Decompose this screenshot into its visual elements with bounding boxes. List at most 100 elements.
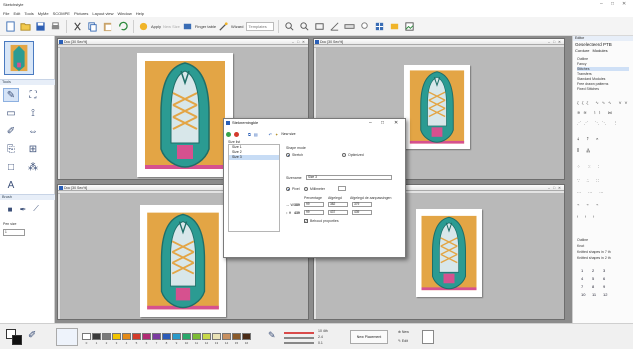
dialog-close-icon[interactable]: ✕ — [394, 119, 398, 127]
cut-icon[interactable] — [71, 20, 84, 33]
number-cell[interactable]: 12 — [603, 292, 614, 297]
option-knitted-2[interactable]: Knitted shapes in 2 th — [577, 256, 611, 260]
number-cell[interactable]: 3 — [603, 268, 614, 273]
slider-gray-2[interactable] — [284, 342, 314, 344]
menu-layout-view[interactable]: Layout view — [92, 11, 113, 16]
dialog-minimize-icon[interactable]: – — [369, 119, 372, 127]
paste-icon[interactable] — [101, 20, 114, 33]
height-afgelegd-input[interactable]: 437 — [328, 210, 348, 215]
open-folder-icon[interactable] — [19, 20, 32, 33]
slider-red[interactable] — [284, 332, 314, 334]
zoom-in-icon[interactable] — [283, 20, 296, 33]
new-button[interactable]: ⊕ New — [398, 330, 409, 334]
stretch-radio[interactable] — [286, 153, 290, 157]
color-swatch[interactable] — [182, 333, 191, 340]
number-cell[interactable]: 1 — [581, 268, 592, 273]
menu-myme[interactable]: MyMe — [38, 11, 49, 16]
color-swatch[interactable] — [242, 333, 251, 340]
number-cell[interactable]: 9 — [603, 284, 614, 289]
shoe-design-canvas[interactable] — [140, 205, 226, 317]
zoom-out-icon[interactable] — [298, 20, 311, 33]
apply-button[interactable]: Apply — [138, 20, 161, 33]
wizard-button[interactable]: Wizard — [218, 20, 244, 33]
number-cell[interactable]: 5 — [592, 276, 603, 281]
number-cell[interactable]: 4 — [581, 276, 592, 281]
frame-tool-icon[interactable]: ⊞ — [25, 142, 41, 156]
new-size-icon[interactable]: ✦ — [275, 132, 278, 137]
color-swatch[interactable] — [222, 333, 231, 340]
size-name-input[interactable]: Size 3 — [306, 175, 392, 180]
number-cell[interactable]: 7 — [581, 284, 592, 289]
height-afgelegd2-input[interactable]: 439 — [352, 210, 372, 215]
stitch-glyph-row[interactable]: ⋰⋰ ⋱⋱ ⋮ — [577, 120, 620, 125]
color-swatch[interactable] — [102, 333, 111, 340]
color-swatch[interactable] — [112, 333, 121, 340]
color-swatch[interactable] — [172, 333, 181, 340]
new-placement-button[interactable]: New Placement — [350, 330, 388, 344]
option-knitted-7[interactable]: Knitted shapes in 7 th — [577, 250, 611, 254]
number-cell[interactable]: 8 — [592, 284, 603, 289]
number-cell[interactable]: 10 — [581, 292, 592, 297]
select-rect-tool-icon[interactable]: ▭ — [3, 106, 19, 120]
maximize-icon[interactable]: □ — [611, 1, 614, 7]
slider-gray[interactable] — [284, 337, 314, 339]
tab-cordure[interactable]: Cordure — [575, 48, 589, 53]
color-swatch[interactable] — [122, 333, 131, 340]
color-swatch[interactable] — [162, 333, 171, 340]
millimeter-radio[interactable] — [304, 187, 308, 191]
option-outline[interactable]: Outline — [577, 238, 588, 242]
width-percent-input[interactable]: 99 — [304, 202, 324, 207]
templates-combo[interactable]: Templates — [245, 21, 274, 31]
option-knot[interactable]: Knot — [577, 244, 584, 248]
menu-scompe[interactable]: SCOMPE — [53, 11, 70, 16]
stitch-glyph-row[interactable]: ⍋ ⍒ ⍲ — [577, 136, 601, 141]
move-tool-icon[interactable]: ⇔ — [25, 124, 41, 138]
list-item-selected[interactable]: Size 3 — [229, 155, 279, 160]
keep-proportions-checkbox[interactable]: ✓ — [304, 219, 308, 223]
measure-icon[interactable] — [328, 20, 341, 33]
list-item-fixed-stitches[interactable]: Fixed Stitches — [577, 87, 599, 91]
list-item-standard-modules[interactable]: Standard Modules — [577, 77, 605, 81]
menu-help[interactable]: Help — [136, 11, 144, 16]
wand-tool-icon[interactable]: ⁂ — [25, 160, 41, 174]
zoom-fit-icon[interactable] — [313, 20, 326, 33]
color-swatch[interactable] — [82, 333, 91, 340]
number-cell[interactable]: 2 — [592, 268, 603, 273]
stitch-glyph-row[interactable]: ζζζ ∿∿∿ ⋎⋎ — [577, 100, 630, 105]
tab-modules[interactable]: Modules — [592, 48, 607, 53]
size-list[interactable]: Size 1 Size 2 Size 3 — [228, 144, 280, 232]
color-swatch[interactable] — [212, 333, 221, 340]
new-file-icon[interactable] — [4, 20, 17, 33]
new-size-button[interactable]: New Size — [163, 20, 180, 33]
shoe-design-canvas[interactable] — [416, 209, 482, 297]
width-afgelegd2-input[interactable]: 379 — [352, 202, 372, 207]
stitch-glyph-row[interactable]: ⁑ ⁂ — [577, 148, 593, 153]
text-tool-icon[interactable]: A — [3, 178, 19, 192]
save-icon[interactable] — [34, 20, 47, 33]
stitch-glyph-row[interactable]: ⍿ ⍿ ⍿ — [577, 214, 597, 219]
color-swatch[interactable] — [92, 333, 101, 340]
ruler-icon[interactable] — [343, 20, 356, 33]
minimize-icon[interactable]: – — [600, 1, 603, 7]
menu-pictures[interactable]: Pictures — [74, 11, 88, 16]
rectangle-tool-icon[interactable]: □ — [3, 160, 19, 174]
list-item-outline[interactable]: Outline — [577, 57, 588, 61]
add-size-icon[interactable] — [226, 131, 231, 137]
optimized-radio[interactable] — [342, 153, 346, 157]
number-cell[interactable]: 6 — [603, 276, 614, 281]
undo-icon[interactable] — [116, 20, 129, 33]
palette-icon[interactable] — [388, 20, 401, 33]
background-color-swatch[interactable] — [12, 335, 22, 345]
image-icon[interactable] — [403, 20, 416, 33]
eyedropper-tool-icon[interactable]: ✐ — [3, 124, 19, 138]
pen-size-input[interactable]: 1 — [3, 229, 25, 236]
unit-dropdown[interactable] — [338, 186, 346, 191]
color-swatch[interactable] — [142, 333, 151, 340]
copy-icon[interactable] — [86, 20, 99, 33]
bulb-icon[interactable] — [358, 20, 371, 33]
copy-size-icon[interactable]: ⧉ — [248, 132, 251, 137]
undo-size-icon[interactable]: ↶ — [269, 132, 272, 137]
close-icon[interactable]: ✕ — [622, 1, 626, 7]
layer-icon[interactable] — [422, 330, 434, 344]
print-icon[interactable] — [49, 20, 62, 33]
